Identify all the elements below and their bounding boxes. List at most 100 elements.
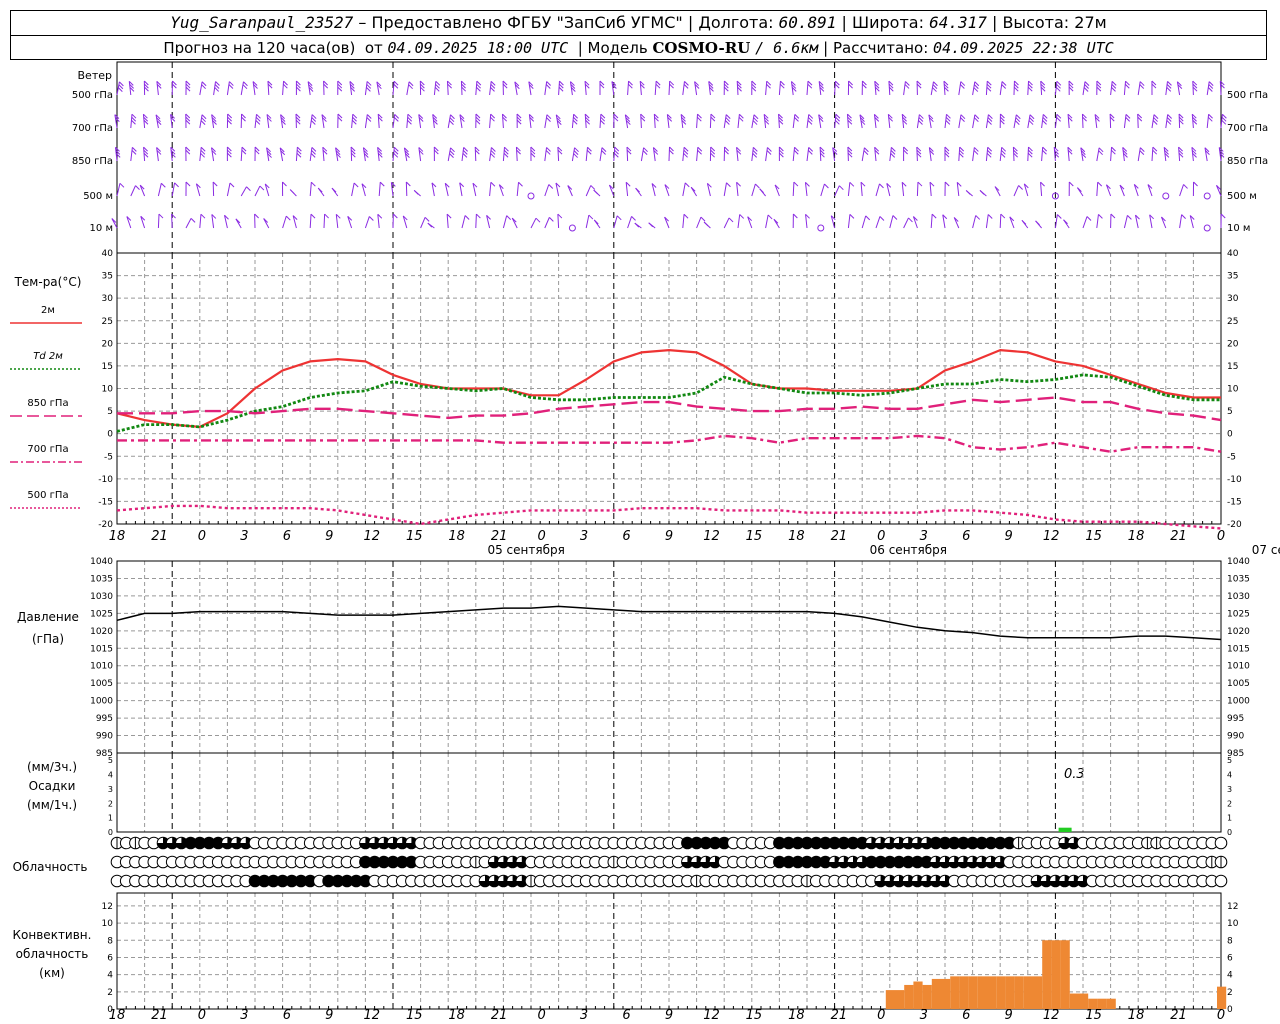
wind-barb (1013, 185, 1020, 197)
wind-barb (1096, 214, 1099, 229)
wind-barb-flag (158, 213, 164, 219)
wind-barb-flag (310, 213, 316, 219)
wind-barb-flag (135, 185, 140, 190)
wind-barb (653, 114, 656, 129)
wind-barb (860, 182, 863, 197)
wind-barb-flag (369, 216, 374, 221)
temp-ytick-right: 25 (1227, 317, 1238, 327)
bottom-xtick-label: 12 (363, 1008, 380, 1023)
wind-barb-flag (590, 185, 596, 190)
wind-barb-flag (683, 213, 689, 219)
wind-barb (696, 216, 702, 229)
wind-barb (736, 182, 739, 197)
wind-barb (889, 215, 894, 229)
temp-xtick-label: 15 (746, 529, 763, 544)
wind-barb-flag (979, 190, 985, 195)
wind-barb (544, 184, 550, 197)
wind-barb (792, 182, 795, 197)
wind-level-label-left: 500 гПа (72, 90, 113, 101)
conv-ytick-left: 10 (102, 919, 114, 929)
conv-ytick-right: 0 (1227, 1005, 1233, 1015)
wind-barb (805, 214, 808, 229)
conv-ytick-right: 10 (1227, 919, 1239, 929)
wind-barb (1206, 114, 1210, 129)
wind-barb-flag (767, 214, 773, 220)
wind-level-label-left: 10 м (90, 223, 113, 234)
temp-xtick-label: 3 (920, 529, 928, 544)
wind-calm-mark (568, 224, 576, 232)
wind-barb (516, 182, 520, 197)
precip-ytick-left: 0 (108, 828, 113, 837)
date-label: 06 сентября (870, 543, 947, 557)
temp-ytick-left: 0 (107, 430, 113, 440)
conv-bar (996, 976, 1006, 1009)
conv-bar (931, 978, 941, 1009)
wind-barb (654, 81, 657, 96)
wind-barb-flag (1193, 181, 1198, 187)
wind-barb (999, 214, 1002, 229)
conv-bar (1217, 986, 1227, 1009)
wind-barb (254, 185, 261, 197)
precip-ytick-right: 0 (1227, 828, 1232, 837)
temp-xtick-label: 6 (622, 529, 630, 544)
temp-xtick-label: 21 (1170, 529, 1187, 544)
wind-barb-flag (1035, 220, 1040, 226)
wind-barb-flag (865, 215, 871, 221)
wind-barb (475, 214, 477, 229)
wind-barb-flag (684, 182, 690, 188)
wind-barb (751, 183, 756, 197)
wind-barb (1067, 114, 1070, 129)
wind-barb (1151, 147, 1154, 162)
precip-ytick-left: 4 (108, 771, 113, 780)
temp-legend-label: 500 гПа (27, 490, 68, 501)
wind-calm-mark (527, 192, 535, 200)
temp-ytick-right: 35 (1227, 272, 1238, 282)
wind-barb-flag (975, 215, 981, 220)
wind-barb-flag (1110, 213, 1116, 219)
wind-barb (1137, 147, 1141, 162)
wind-barb (627, 81, 630, 96)
wind-barb-flag (944, 181, 950, 187)
wind-barb (613, 215, 618, 229)
wind-level-label-right: 700 гПа (1227, 123, 1268, 134)
bottom-xtick-label: 6 (962, 1008, 970, 1023)
wind-barb-flag (631, 216, 636, 221)
wind-barb (282, 81, 285, 96)
pressure-ytick-left: 1030 (90, 592, 113, 602)
bottom-xtick-label: 15 (1085, 1008, 1102, 1023)
temp-ytick-right: -10 (1227, 475, 1242, 485)
temp-legend-label: 700 гПа (27, 444, 68, 455)
pressure-ytick-right: 1025 (1227, 609, 1250, 619)
conv-bar (1106, 998, 1116, 1009)
wind-barb-flag (1086, 216, 1092, 221)
temp-xtick-label: 0 (877, 529, 885, 544)
wind-barb-flag (254, 213, 259, 219)
temp-xtick-label: 3 (580, 529, 588, 544)
wind-barb-flag (289, 189, 295, 194)
wind-barb-flag (728, 217, 734, 223)
wind-barb (420, 217, 426, 229)
wind-barb-flag (160, 182, 166, 188)
wind-level-label-right: 500 гПа (1227, 90, 1268, 101)
temp-legend-label: 850 гПа (27, 398, 68, 409)
wind-barb (1123, 215, 1128, 229)
date-label: 05 сентября (487, 543, 564, 557)
bottom-xtick-label: 0 (198, 1008, 206, 1023)
temp-xtick-label: 3 (240, 529, 248, 544)
bottom-xtick-label: 12 (703, 1008, 720, 1023)
wind-barb (240, 81, 244, 96)
wind-barb (778, 81, 781, 96)
wind-barb (847, 214, 851, 229)
wind-barb-flag (648, 222, 654, 228)
cloud-title: Облачность (13, 860, 88, 874)
precip-ytick-left: 1 (108, 814, 113, 823)
wind-barb (335, 214, 339, 229)
conv-bar (1088, 998, 1098, 1009)
temp-ytick-left: 35 (102, 272, 113, 282)
temp-ytick-right: -5 (1227, 452, 1236, 462)
temp-xtick-label: 18 (1128, 529, 1145, 544)
temp-ytick-left: -15 (98, 497, 113, 507)
bottom-xtick-label: 9 (325, 1008, 333, 1023)
temp-ytick-left: 5 (107, 407, 113, 417)
temp-xtick-label: 12 (1043, 529, 1060, 544)
